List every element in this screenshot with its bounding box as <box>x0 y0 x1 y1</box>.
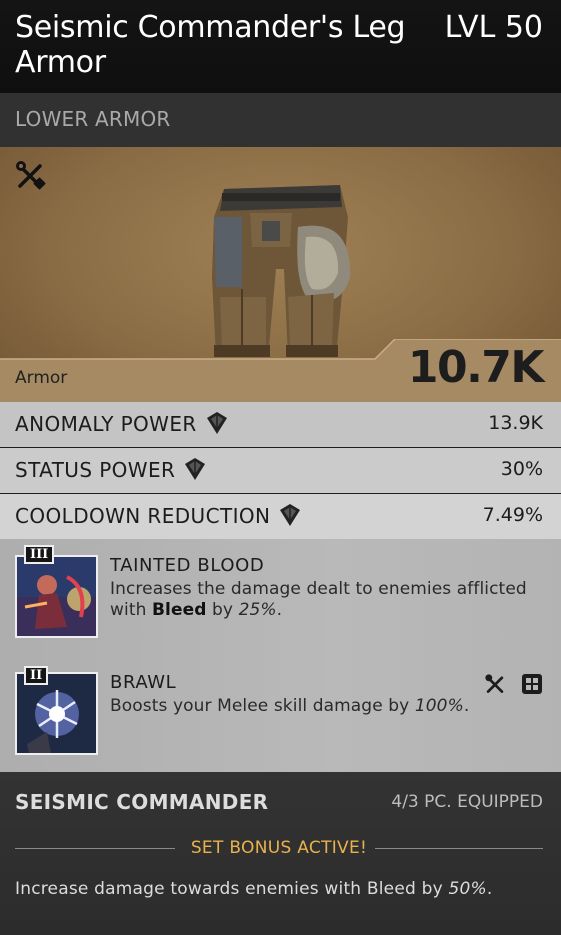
mod-description: Boosts your Melee skill damage by 100%. <box>110 696 470 716</box>
set-bonus-description: Increase damage towards enemies with Ble… <box>15 879 493 899</box>
stat-value: 13.9K <box>488 412 543 434</box>
grid-icon <box>522 674 542 694</box>
item-header: Seismic Commander's Leg Armor LVL 50 <box>0 0 561 93</box>
stat-value: 7.49% <box>482 504 543 526</box>
armor-value: 10.7K <box>407 342 545 393</box>
anomaly-gem-icon <box>280 504 301 526</box>
armor-label: Armor <box>15 368 68 388</box>
tainted-blood-art <box>17 557 96 636</box>
stats-list: ANOMALY POWER 13.9K STATUS POWER 30% COO… <box>0 402 561 540</box>
mod-name: TAINTED BLOOD <box>110 555 265 576</box>
mod-name: BRAWL <box>110 672 177 693</box>
stat-name: STATUS POWER <box>15 457 207 482</box>
mod-thumbnail <box>15 555 98 638</box>
item-tooltip-card: Seismic Commander's Leg Armor LVL 50 LOW… <box>0 0 561 935</box>
set-bonus-divider: SET BONUS ACTIVE! <box>15 838 543 860</box>
divider-line <box>375 848 543 849</box>
anomaly-gem-icon <box>206 412 227 434</box>
tools-icon <box>14 159 46 195</box>
stat-name: ANOMALY POWER <box>15 411 229 436</box>
set-name: SEISMIC COMMANDER <box>15 790 269 814</box>
stat-row-anomaly-power: ANOMALY POWER 13.9K <box>0 402 561 447</box>
stat-row-status-power: STATUS POWER 30% <box>0 448 561 493</box>
mod-tier-badge: III <box>24 545 55 564</box>
item-category-bar: LOWER ARMOR <box>0 93 561 147</box>
item-level: LVL 50 <box>444 10 543 45</box>
anomaly-gem-icon <box>185 458 206 480</box>
mods-list: III TAINTED BLOOD Increases the damage d… <box>0 539 561 772</box>
mod-tier-badge: II <box>24 666 49 685</box>
stat-value: 30% <box>500 458 543 480</box>
mod-type-icons <box>484 673 543 699</box>
set-equipped-count: 4/3 PC. EQUIPPED <box>391 792 543 812</box>
mod-description: Increases the damage dealt to enemies af… <box>110 579 527 620</box>
stat-row-cooldown-reduction: COOLDOWN REDUCTION 7.49% <box>0 494 561 539</box>
item-title: Seismic Commander's Leg Armor <box>15 10 406 80</box>
leg-armor-image <box>212 185 351 357</box>
brawl-art <box>17 674 96 753</box>
item-category: LOWER ARMOR <box>15 107 171 131</box>
stat-name: COOLDOWN REDUCTION <box>15 503 302 528</box>
tools-icon <box>485 674 504 693</box>
item-preview-panel: Armor 10.7K <box>0 147 561 402</box>
set-bonus-section: SEISMIC COMMANDER 4/3 PC. EQUIPPED SET B… <box>0 772 561 935</box>
